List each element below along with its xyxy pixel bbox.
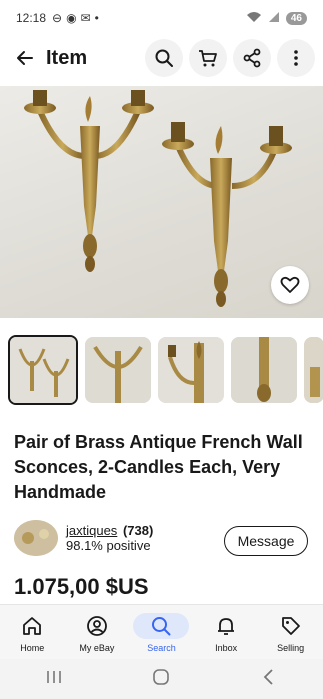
- heart-icon: [280, 276, 300, 293]
- item-price: 1.075,00 $US: [14, 574, 149, 599]
- tab-home[interactable]: Home: [2, 613, 62, 659]
- main-product-image[interactable]: [0, 86, 323, 318]
- thumbnail-4[interactable]: [231, 337, 297, 403]
- recents-icon: [47, 670, 61, 683]
- listing-title: Pair of Brass Antique French Wall Sconce…: [14, 432, 303, 502]
- messenger-icon: ◉: [66, 11, 77, 25]
- user-icon: [86, 616, 107, 636]
- seller-avatar-image: [14, 520, 58, 556]
- seller-name-link[interactable]: jaxtiques: [66, 523, 117, 538]
- status-time: 12:18: [16, 11, 47, 25]
- home-icon: [23, 617, 42, 635]
- signal-icon: [268, 11, 280, 26]
- sconce-thumbnail-image: [158, 337, 224, 403]
- thumbnail-1[interactable]: [8, 335, 78, 405]
- thumbnail-3[interactable]: [158, 337, 224, 403]
- tab-my-ebay[interactable]: My eBay: [67, 613, 127, 659]
- tab-label: Selling: [277, 643, 305, 653]
- seller-avatar[interactable]: [14, 520, 58, 556]
- sconce-thumbnail-image: [304, 337, 323, 403]
- arrow-left-icon: [17, 51, 33, 65]
- image-thumbnails: [8, 335, 323, 407]
- sconce-thumbnail-image: [231, 337, 297, 403]
- status-bar: 12:18 ⊖ ◉ ✉ • 46: [0, 0, 323, 36]
- share-icon: [243, 48, 261, 68]
- bottom-tab-bar: Home My eBay Search Inbox Selling: [0, 604, 323, 659]
- seller-row: jaxtiques (738) 98.1% positive Message: [14, 520, 314, 556]
- chevron-left-icon: [263, 668, 273, 685]
- cart-button[interactable]: [189, 39, 227, 77]
- cart-icon: [199, 50, 217, 67]
- system-nav-bar: [0, 659, 323, 699]
- tab-search[interactable]: Search: [131, 613, 191, 659]
- home-circle-icon: [153, 668, 170, 685]
- tab-selling[interactable]: Selling: [261, 613, 321, 659]
- recents-button[interactable]: [45, 668, 63, 691]
- tab-label: Inbox: [215, 643, 238, 653]
- share-button[interactable]: [233, 39, 271, 77]
- app-bar: Item: [0, 38, 323, 78]
- dot-icon: •: [94, 11, 99, 25]
- tab-inbox[interactable]: Inbox: [196, 613, 256, 659]
- search-icon: [155, 49, 173, 67]
- tag-icon: [281, 617, 300, 635]
- tab-label: Home: [20, 643, 45, 653]
- search-icon: [152, 617, 171, 636]
- tab-label: My eBay: [79, 643, 115, 653]
- seller-positive: 98.1% positive: [66, 538, 151, 553]
- seller-feedback-score: (738): [122, 523, 154, 538]
- dnd-icon: ⊖: [52, 11, 63, 25]
- battery-badge: 46: [285, 11, 307, 25]
- back-nav-button[interactable]: [260, 668, 278, 691]
- mail-icon: ✉: [80, 11, 91, 25]
- more-vertical-icon: [294, 50, 298, 66]
- tab-label: Search: [147, 643, 176, 653]
- page-title: Item: [46, 46, 88, 69]
- thumbnail-5[interactable]: [304, 337, 323, 403]
- sconce-thumbnail-image: [10, 337, 76, 403]
- watchlist-button[interactable]: [271, 266, 309, 304]
- sconce-thumbnail-image: [85, 337, 151, 403]
- message-button[interactable]: Message: [224, 526, 308, 556]
- home-nav-button[interactable]: [152, 668, 170, 691]
- search-button[interactable]: [145, 39, 183, 77]
- bell-icon: [218, 618, 235, 635]
- more-button[interactable]: [277, 39, 315, 77]
- wifi-icon: [246, 11, 262, 26]
- thumbnail-2[interactable]: [85, 337, 151, 403]
- back-button[interactable]: [8, 41, 42, 75]
